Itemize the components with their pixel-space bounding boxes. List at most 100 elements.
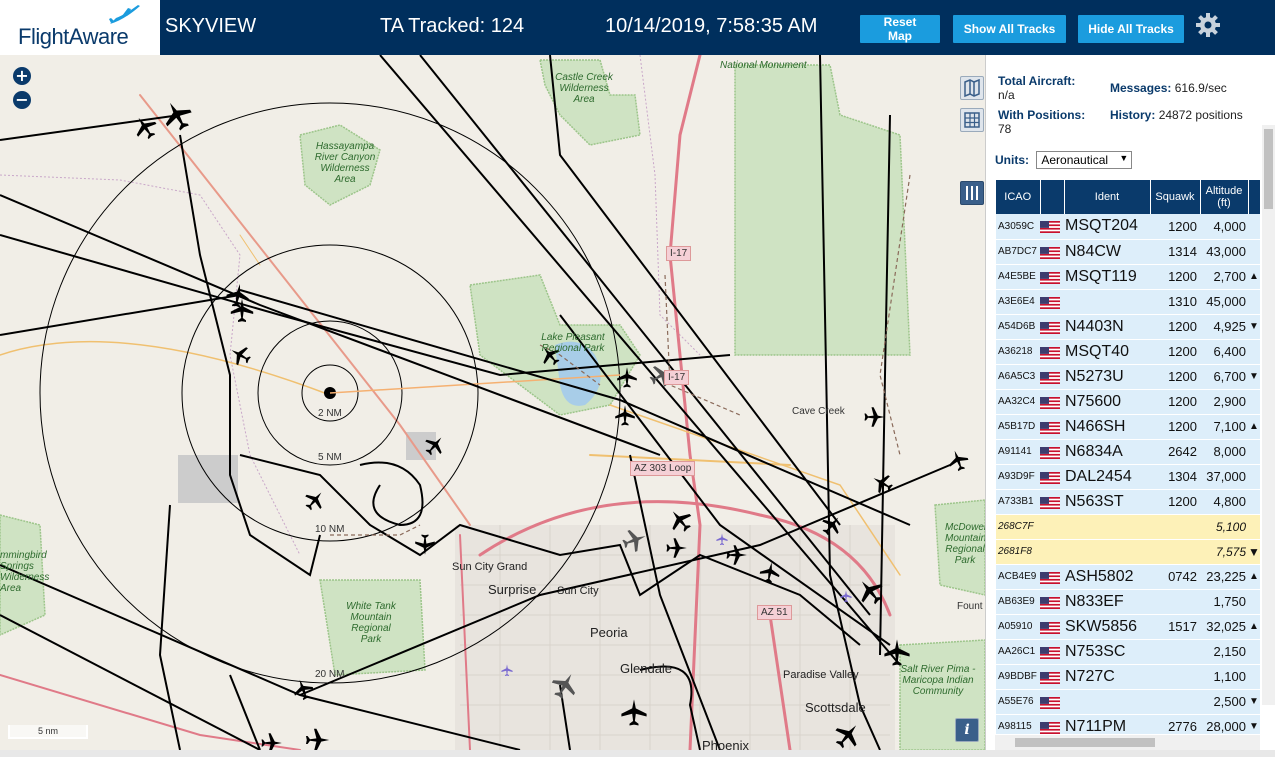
cell-altitude-trend: ▲ xyxy=(1248,564,1260,590)
us-flag-icon xyxy=(1040,471,1060,484)
table-row[interactable]: A55E76 2,500 ▼ xyxy=(996,689,1260,715)
table-row[interactable]: A3E6E4 1310 45,000 xyxy=(996,289,1260,315)
columns-icon xyxy=(966,186,978,200)
table-row[interactable]: AB63E9 N833EF 1,750 xyxy=(996,589,1260,615)
cell-flag xyxy=(1040,689,1064,715)
col-header-trend xyxy=(1248,180,1260,214)
top-bar: FlightAware SKYVIEW TA Tracked: 124 10/1… xyxy=(0,0,1275,55)
table-row[interactable]: A98115 N711PM 2776 28,000 ▼ xyxy=(996,714,1260,734)
cell-altitude-trend xyxy=(1248,389,1260,415)
table-row[interactable]: A05910 SKW5856 1517 32,025 ▲ xyxy=(996,614,1260,640)
cell-flag xyxy=(1040,439,1064,465)
table-row[interactable]: A36218 MSQT40 1200 6,400 xyxy=(996,339,1260,365)
cell-ident xyxy=(1064,514,1150,540)
cell-altitude-trend xyxy=(1248,639,1260,665)
units-select[interactable]: Aeronautical xyxy=(1036,151,1133,169)
zoom-out-button[interactable]: − xyxy=(13,91,31,109)
table-horizontal-scrollbar[interactable] xyxy=(995,735,1260,750)
zoom-in-button[interactable]: + xyxy=(13,67,31,85)
table-vertical-scrollbar[interactable] xyxy=(1262,125,1275,705)
table-row[interactable]: A6A5C3 N5273U 1200 6,700 ▼ xyxy=(996,364,1260,390)
table-row[interactable]: 268C7F 5,100 xyxy=(996,514,1260,540)
cell-altitude: 43,000 xyxy=(1200,239,1248,265)
column-toggle-button[interactable] xyxy=(960,181,984,205)
cell-altitude: 23,225 xyxy=(1200,564,1248,590)
cell-icao: A4E5BE xyxy=(996,264,1040,290)
grid-icon xyxy=(964,112,980,128)
horizontal-scroll-thumb[interactable] xyxy=(1015,738,1155,747)
col-header-ident[interactable]: Ident xyxy=(1064,180,1151,214)
us-flag-icon xyxy=(1040,696,1060,709)
cell-altitude: 7,575 xyxy=(1200,539,1248,565)
cell-altitude-trend: ▲ xyxy=(1248,614,1260,640)
label-white-tank: White Tank Mountain Regional Park xyxy=(346,601,396,645)
show-all-tracks-button[interactable]: Show All Tracks xyxy=(953,15,1066,43)
messages-stat: Messages: 616.9/sec xyxy=(1110,81,1227,95)
table-row[interactable]: A9BDBF N727C 1,100 xyxy=(996,664,1260,690)
table-row[interactable]: ACB4E9 ASH5802 0742 23,225 ▲ xyxy=(996,564,1260,590)
cell-altitude: 8,000 xyxy=(1200,439,1248,465)
aircraft-table: ICAO Ident Squawk Altitude (ft) A3059C MS… xyxy=(996,180,1260,734)
cell-altitude: 2,150 xyxy=(1200,639,1248,665)
table-row[interactable]: A54D6B N4403N 1200 4,925 ▼ xyxy=(996,314,1260,340)
cell-flag xyxy=(1040,214,1064,240)
reset-map-button[interactable]: Reset Map xyxy=(860,15,940,43)
map-canvas[interactable]: National Monument Castle Creek Wildernes… xyxy=(0,55,985,750)
cell-altitude: 7,100 xyxy=(1200,414,1248,440)
total-aircraft-value: n/a xyxy=(998,88,1015,102)
table-row[interactable]: A3059C MSQT204 1200 4,000 xyxy=(996,214,1260,240)
with-positions-value: 78 xyxy=(998,122,1012,136)
cell-icao: A55E76 xyxy=(996,689,1040,715)
cell-icao: AB7DC7 xyxy=(996,239,1040,265)
col-header-squawk[interactable]: Squawk xyxy=(1150,180,1201,214)
us-flag-icon xyxy=(1040,671,1060,684)
col-header-flag[interactable] xyxy=(1040,180,1065,214)
cell-squawk: 1304 xyxy=(1150,464,1200,490)
label-national-monument: National Monument xyxy=(720,60,807,71)
cell-ident: N6834A xyxy=(1064,439,1150,465)
us-flag-icon xyxy=(1040,271,1060,284)
label-peoria: Peoria xyxy=(590,625,628,640)
clock-display: 10/14/2019, 7:58:35 AM xyxy=(605,15,818,37)
road-shield-az51: AZ 51 xyxy=(757,605,792,620)
cell-squawk: 1517 xyxy=(1150,614,1200,640)
info-button[interactable]: i xyxy=(955,718,979,742)
cell-icao: ACB4E9 xyxy=(996,564,1040,590)
grid-toggle-button[interactable] xyxy=(960,108,984,132)
us-flag-icon xyxy=(1040,371,1060,384)
table-row[interactable]: A93D9F DAL2454 1304 37,000 xyxy=(996,464,1260,490)
window-bottom-edge xyxy=(0,750,1275,757)
gear-icon[interactable] xyxy=(1195,12,1221,38)
total-aircraft-stat: Total Aircraft: n/a xyxy=(998,74,1075,102)
us-flag-icon xyxy=(1040,221,1060,234)
history-label: History: xyxy=(1110,108,1156,122)
cell-ident: N5273U xyxy=(1064,364,1150,390)
vertical-scroll-thumb[interactable] xyxy=(1264,129,1273,209)
cell-altitude: 1,750 xyxy=(1200,589,1248,615)
cell-icao: 2681F8 xyxy=(996,539,1040,565)
cell-ident xyxy=(1064,689,1150,715)
col-header-altitude[interactable]: Altitude (ft) xyxy=(1200,180,1249,214)
map-layers-button[interactable] xyxy=(960,76,984,100)
hide-all-tracks-button[interactable]: Hide All Tracks xyxy=(1078,15,1184,43)
with-positions-stat: With Positions: 78 xyxy=(998,108,1085,136)
cell-icao: A54D6B xyxy=(996,314,1040,340)
table-row[interactable]: AA26C1 N753SC 2,150 xyxy=(996,639,1260,665)
table-row[interactable]: A91141 N6834A 2642 8,000 xyxy=(996,439,1260,465)
table-row[interactable]: A733B1 N563ST 1200 4,800 xyxy=(996,489,1260,515)
cell-ident: N84CW xyxy=(1064,239,1150,265)
table-row[interactable]: AB7DC7 N84CW 1314 43,000 xyxy=(996,239,1260,265)
table-row[interactable]: AA32C4 N75600 1200 2,900 xyxy=(996,389,1260,415)
table-row[interactable]: A5B17D N466SH 1200 7,100 ▲ xyxy=(996,414,1260,440)
cell-ident: N727C xyxy=(1064,664,1150,690)
table-row[interactable]: 2681F8 7,575 ▼ xyxy=(996,539,1260,565)
cell-altitude-trend xyxy=(1248,239,1260,265)
col-header-icao[interactable]: ICAO xyxy=(996,180,1041,214)
cell-squawk: 1200 xyxy=(1150,214,1200,240)
range-ring-label-5nm: 5 NM xyxy=(318,452,342,463)
cell-squawk: 1200 xyxy=(1150,264,1200,290)
flightaware-logo[interactable]: FlightAware xyxy=(0,0,160,55)
cell-flag xyxy=(1040,589,1064,615)
table-row[interactable]: A4E5BE MSQT119 1200 2,700 ▲ xyxy=(996,264,1260,290)
us-flag-icon xyxy=(1040,571,1060,584)
